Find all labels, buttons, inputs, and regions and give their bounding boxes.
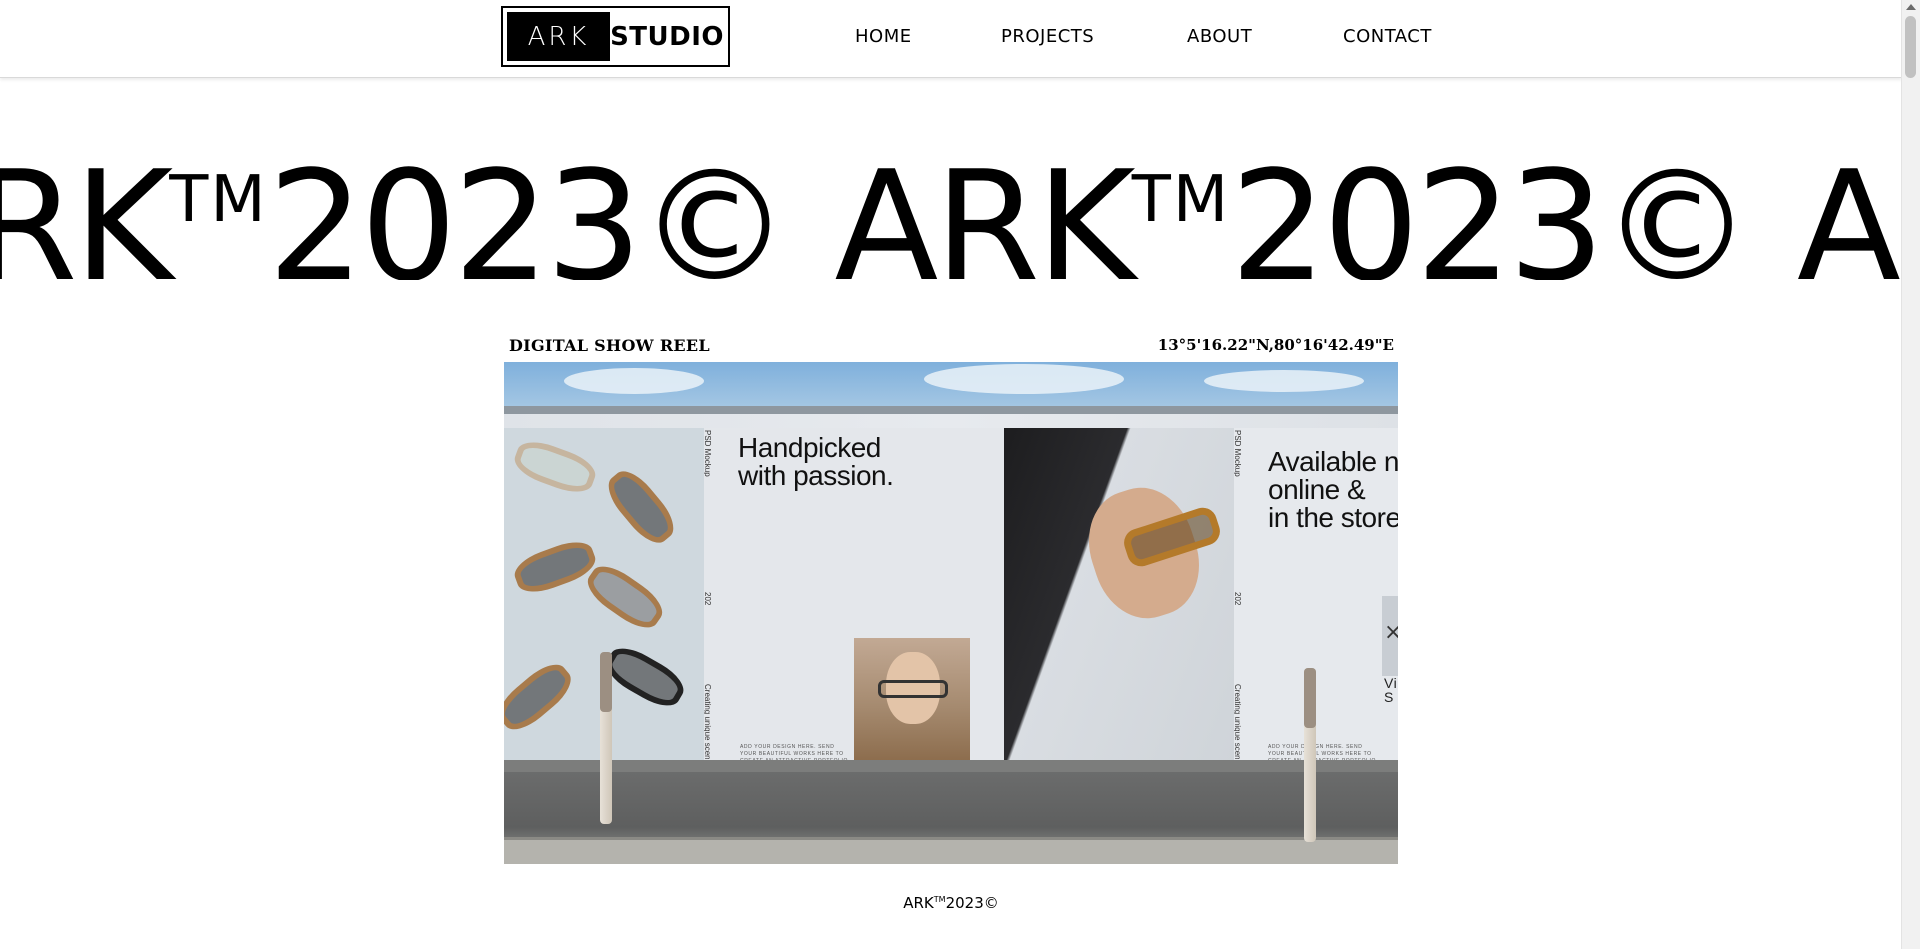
marquee-year: 2023© (1230, 138, 1753, 281)
sunglasses-graphic (504, 656, 579, 738)
marquee-ark: ARK (834, 138, 1135, 281)
poster-headline: Handpicked with passion. (738, 432, 894, 491)
poster-vertical-label: PSD Mockup (1234, 430, 1242, 477)
poster-handpicked: Handpicked with passion. PSD Mockup 202 … (704, 428, 1004, 764)
panel-text: Vi S (1384, 675, 1398, 705)
marquee-track: RKTM2023©ARKTM2023©ARKT (0, 120, 1902, 281)
model-photo (854, 638, 970, 764)
sunglasses-graphic (509, 535, 601, 599)
bollard-cap (1304, 668, 1316, 728)
cloud (1204, 370, 1364, 392)
poster-vertical-label-2: Creating unique scenes (1234, 684, 1242, 764)
nav-projects[interactable]: PROJECTS (1001, 26, 1094, 47)
poster-vertical-year: 202 (704, 592, 712, 606)
marquee-segment: ARKT (1796, 138, 1902, 281)
curb (504, 837, 1398, 864)
marquee-segment: RKTM2023© (0, 138, 791, 281)
site-header: ARK STUDIO HOME PROJECTS ABOUT CONTACT (0, 0, 1902, 78)
marquee-ark: ARK (1796, 138, 1902, 281)
sunglasses-graphic (599, 640, 691, 714)
footer-tm: TM (933, 895, 946, 904)
marquee-ark: RK (0, 138, 173, 281)
logo[interactable]: ARK STUDIO (501, 6, 730, 67)
coordinates-label: 13°5'16.22"N,80°16'42.49"E (1157, 336, 1394, 354)
poster-headline: Available n online & in the store (1268, 446, 1398, 533)
nav-home[interactable]: HOME (855, 26, 912, 47)
show-reel-label: DIGITAL SHOW REEL (509, 336, 710, 355)
cloud (924, 364, 1124, 394)
poster-vertical-label-2: Creating unique scenes (704, 684, 712, 764)
page: ARK STUDIO HOME PROJECTS ABOUT CONTACT R… (0, 0, 1920, 949)
bollard-cap (600, 652, 612, 712)
sunglasses-graphic (580, 557, 670, 637)
marquee-year: 2023© (267, 138, 791, 281)
scroll-thumb[interactable] (1905, 16, 1916, 78)
marquee-tm: TM (1131, 163, 1231, 237)
show-reel-video[interactable]: Handpicked with passion. PSD Mockup 202 … (504, 362, 1398, 864)
bollard-post (1304, 668, 1316, 842)
scroll-up-arrow-icon[interactable] (1906, 4, 1916, 10)
footer-ark: ARK (903, 894, 934, 912)
poster-vertical-year: 202 (1234, 592, 1242, 606)
close-x-icon: × (1384, 620, 1398, 645)
bollard-post (600, 652, 612, 824)
model-glasses (878, 680, 948, 698)
cloud (564, 368, 704, 394)
nav-about[interactable]: ABOUT (1187, 26, 1252, 47)
marquee-tm: TM (169, 163, 268, 237)
poster-woman (1004, 428, 1234, 764)
brand-marquee: RKTM2023©ARKTM2023©ARKT (0, 120, 1902, 281)
nav-contact[interactable]: CONTACT (1343, 26, 1432, 47)
sunglasses-graphic (600, 463, 682, 551)
sunglasses-graphic (509, 435, 601, 499)
vertical-scrollbar[interactable] (1901, 0, 1920, 949)
footer-year: 2023© (945, 894, 999, 912)
poster-available: Available n online & in the store PSD Mo… (1234, 428, 1398, 764)
footer-brand: ARKTM2023© (0, 894, 1902, 912)
marquee-segment: ARKTM2023© (834, 138, 1753, 281)
logo-ark-block: ARK (507, 12, 611, 61)
logo-studio-text: STUDIO (610, 21, 724, 52)
poster-vertical-label: PSD Mockup (704, 430, 712, 477)
